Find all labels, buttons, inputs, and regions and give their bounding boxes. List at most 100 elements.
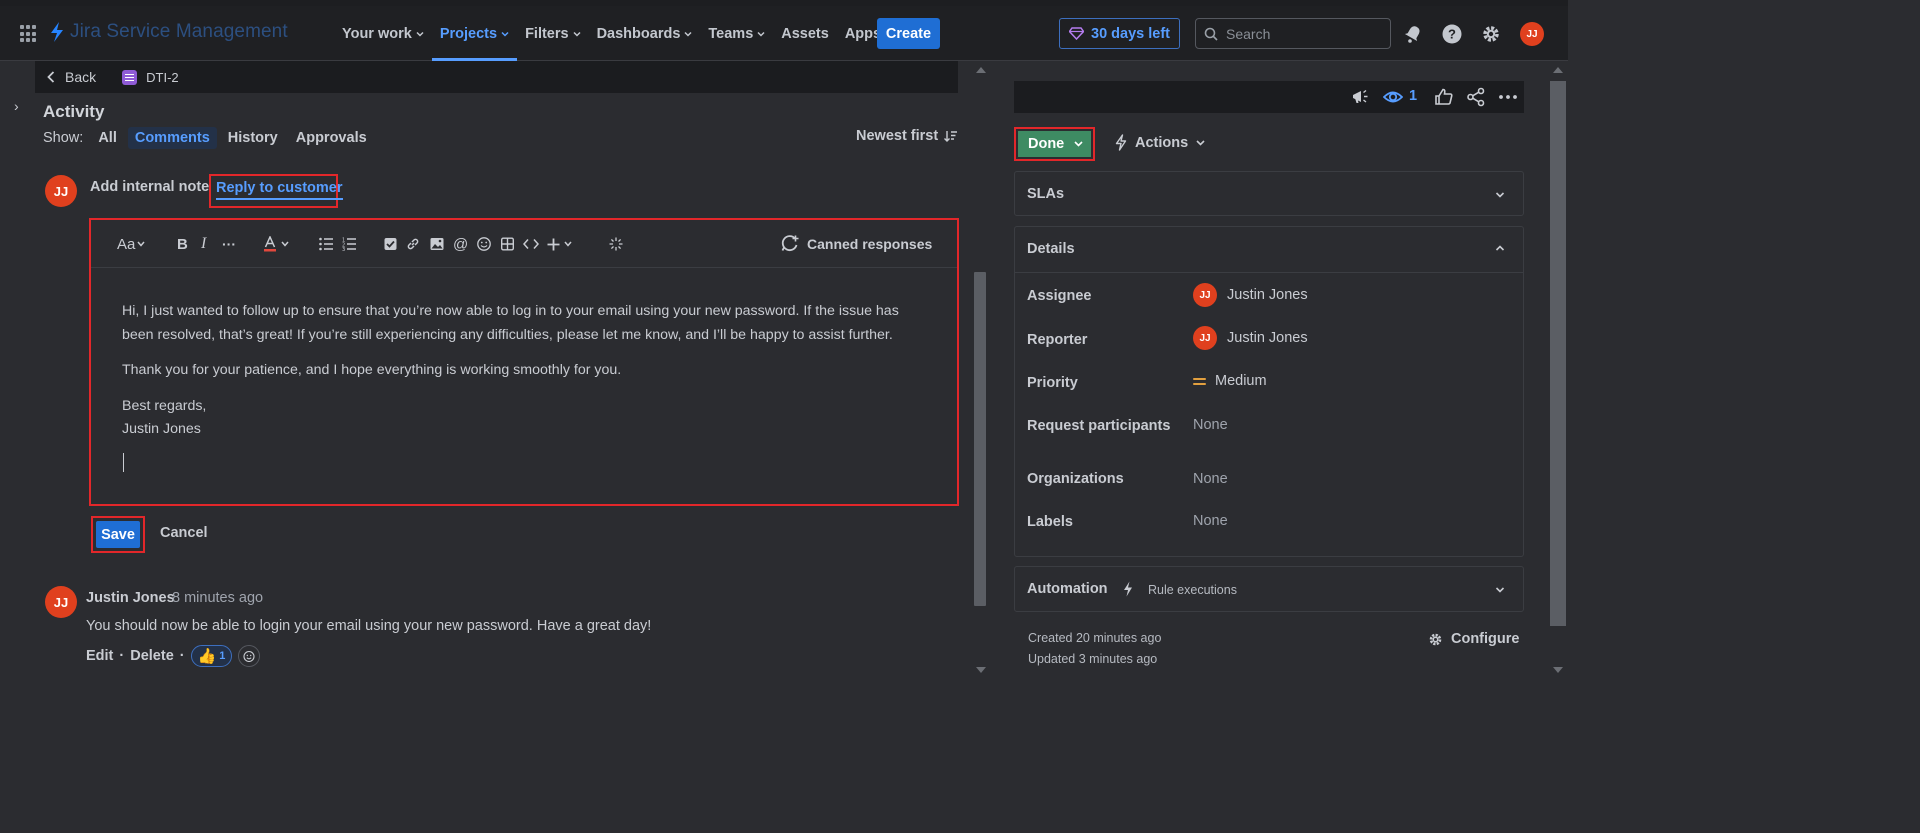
cancel-button[interactable]: Cancel [160, 525, 208, 541]
filter-comments-button[interactable]: Comments [127, 127, 217, 149]
trial-badge-button[interactable]: 30 days left [1059, 18, 1180, 49]
activity-scrollbar[interactable] [972, 61, 988, 680]
tab-add-internal-note[interactable]: Add internal note [90, 179, 209, 195]
labels-label: Labels [1027, 514, 1073, 530]
italic-icon[interactable]: I [201, 235, 206, 253]
feedback-megaphone-icon[interactable] [1350, 87, 1370, 107]
delete-comment-button[interactable]: Delete [130, 648, 174, 664]
nav-dashboards[interactable]: Dashboards [589, 6, 701, 61]
profile-avatar[interactable]: JJ [1520, 22, 1544, 46]
reporter-value: Justin Jones [1227, 330, 1308, 346]
labels-value[interactable]: None [1193, 513, 1228, 529]
organizations-value[interactable]: None [1193, 471, 1228, 487]
thumbs-up-reaction-button[interactable]: 👍 1 [190, 645, 233, 667]
save-button[interactable]: Save [96, 521, 140, 548]
action-item-checkbox-icon[interactable] [384, 235, 397, 253]
canned-responses-button[interactable]: Canned responses [781, 235, 932, 252]
app-switcher-icon[interactable] [20, 25, 38, 43]
back-button[interactable]: Back [47, 69, 96, 85]
nav-label: Apps [844, 25, 882, 42]
image-icon[interactable] [430, 235, 444, 253]
add-reaction-button[interactable] [238, 645, 261, 667]
ai-sparkle-icon[interactable] [609, 235, 623, 253]
assignee-label: Assignee [1027, 288, 1092, 304]
table-icon[interactable] [501, 235, 514, 253]
scroll-up-arrow-icon[interactable] [1553, 67, 1563, 73]
reporter-field[interactable]: JJ Justin Jones [1193, 326, 1308, 350]
sidebar-scrollbar[interactable] [1548, 61, 1568, 680]
issue-key-link[interactable]: DTI-2 [122, 69, 179, 85]
trial-label: 30 days left [1091, 25, 1170, 42]
chevron-up-icon[interactable] [1495, 243, 1505, 253]
notifications-bell-icon[interactable] [1403, 24, 1423, 44]
chevron-down-icon [281, 241, 289, 247]
slas-panel[interactable]: SLAs [1014, 171, 1524, 216]
emoji-icon[interactable] [477, 235, 491, 253]
plus-icon [547, 238, 560, 250]
comment-avatar: JJ [45, 586, 77, 618]
more-options-icon[interactable] [1498, 87, 1518, 107]
bullet-list-icon[interactable] [319, 235, 333, 253]
watch-eye-icon[interactable] [1383, 87, 1403, 107]
scroll-down-arrow-icon[interactable] [976, 667, 986, 673]
comment-editor[interactable]: Aa B I ··· 123 @ Canned responses Hi, I … [89, 218, 959, 506]
nav-filters[interactable]: Filters [517, 6, 589, 61]
scroll-up-arrow-icon[interactable] [976, 67, 986, 73]
separator-dot: · [119, 648, 125, 664]
insert-more-dropdown[interactable] [547, 235, 572, 253]
nav-teams[interactable]: Teams [700, 6, 773, 61]
priority-field[interactable]: Medium [1193, 373, 1267, 389]
link-icon[interactable] [406, 235, 420, 253]
automation-heading: Automation [1027, 581, 1108, 597]
filter-all-button[interactable]: All [91, 127, 124, 149]
organizations-label: Organizations [1027, 471, 1124, 487]
text-color-icon [264, 236, 276, 252]
mention-icon[interactable]: @ [453, 235, 468, 253]
scrollbar-thumb[interactable] [974, 272, 986, 606]
configure-label: Configure [1451, 631, 1520, 647]
lightning-icon [1115, 134, 1127, 151]
assignee-field[interactable]: JJ Justin Jones [1193, 283, 1308, 307]
watcher-count[interactable]: 1 [1409, 88, 1417, 104]
details-heading[interactable]: Details [1027, 241, 1075, 257]
priority-medium-icon [1193, 377, 1206, 386]
nav-projects[interactable]: Projects [431, 6, 518, 61]
settings-gear-icon[interactable] [1481, 24, 1501, 44]
bold-icon[interactable]: B [177, 235, 188, 253]
code-icon[interactable] [523, 235, 539, 253]
editor-paragraph: Hi, I just wanted to follow up to ensure… [122, 303, 899, 343]
diamond-icon [1069, 27, 1084, 40]
status-dropdown-button[interactable]: Done [1018, 131, 1091, 157]
product-logo[interactable]: Jira Service Management [48, 21, 288, 43]
comment-author[interactable]: Justin Jones [86, 590, 175, 606]
more-formatting-icon[interactable]: ··· [222, 235, 236, 253]
tab-reply-to-customer[interactable]: Reply to customer [209, 174, 343, 208]
sort-order-button[interactable]: Newest first [856, 128, 958, 144]
numbered-list-icon[interactable]: 123 [342, 235, 356, 253]
editor-content[interactable]: Hi, I just wanted to follow up to ensure… [122, 300, 922, 442]
request-participants-label: Request participants [1027, 418, 1171, 434]
request-participants-value[interactable]: None [1193, 417, 1228, 433]
configure-button[interactable]: Configure [1428, 631, 1519, 647]
scroll-down-arrow-icon[interactable] [1553, 667, 1563, 673]
scrollbar-thumb[interactable] [1550, 81, 1566, 626]
share-icon[interactable] [1466, 87, 1486, 107]
create-button[interactable]: Create [877, 18, 940, 49]
filter-history-button[interactable]: History [221, 127, 285, 149]
edit-comment-button[interactable]: Edit [86, 648, 113, 664]
lightning-icon [1124, 581, 1132, 597]
text-style-dropdown[interactable]: Aa [117, 235, 145, 253]
nav-assets[interactable]: Assets [773, 6, 837, 61]
nav-your-work[interactable]: Your work [334, 6, 432, 61]
sort-label: Newest first [856, 128, 939, 144]
gear-icon [1429, 633, 1442, 645]
thumbs-up-vote-icon[interactable] [1434, 87, 1454, 107]
help-icon[interactable]: ? [1442, 24, 1462, 44]
expand-sidebar-chevron-icon[interactable]: › [14, 98, 19, 114]
text-color-dropdown[interactable] [264, 235, 289, 253]
actions-dropdown-button[interactable]: Actions [1115, 134, 1205, 151]
automation-panel[interactable]: Automation Rule executions [1014, 566, 1524, 612]
search-input[interactable]: Search [1195, 18, 1391, 49]
divider [1015, 272, 1523, 273]
filter-approvals-button[interactable]: Approvals [289, 127, 374, 149]
